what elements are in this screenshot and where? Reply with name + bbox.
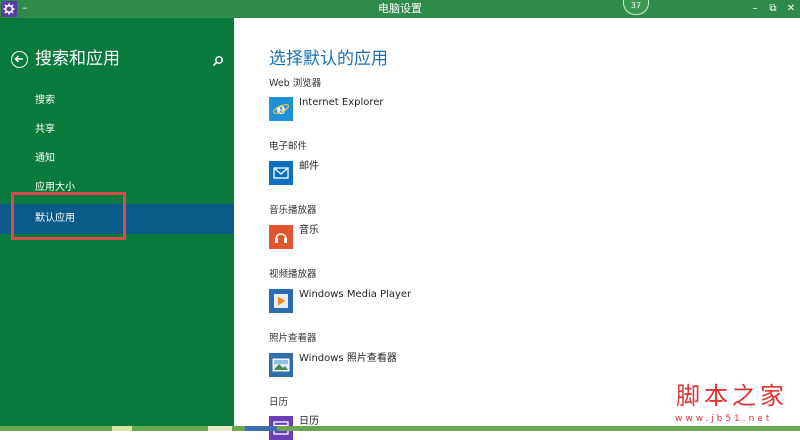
nav-item-label: 搜索 bbox=[35, 95, 55, 106]
app-name: 邮件 bbox=[299, 161, 319, 172]
section-label-email: 电子邮件 bbox=[269, 141, 308, 152]
default-app-web-browser[interactable]: e Internet Explorer bbox=[269, 97, 569, 121]
watermark-logo: 脚本之家 bbox=[676, 382, 788, 410]
section-label-photo-viewer: 照片查看器 bbox=[269, 333, 317, 344]
default-app-video-player[interactable]: Windows Media Player bbox=[269, 289, 569, 313]
annotation-highlight-box bbox=[11, 192, 126, 240]
app-name: Internet Explorer bbox=[299, 97, 384, 108]
nav-item-search[interactable]: 搜索 bbox=[0, 86, 234, 116]
nav-item-label: 通知 bbox=[35, 153, 55, 164]
section-label-video-player: 视频播放器 bbox=[269, 269, 317, 280]
default-app-photo-viewer[interactable]: Windows 照片查看器 bbox=[269, 353, 569, 377]
taskbar-item[interactable] bbox=[208, 426, 232, 431]
svg-text:e: e bbox=[276, 100, 286, 118]
photo-viewer-icon bbox=[269, 353, 293, 377]
music-icon bbox=[269, 225, 293, 249]
left-pane-title: 搜索和应用 bbox=[35, 49, 120, 69]
default-app-music-player[interactable]: 音乐 bbox=[269, 225, 569, 249]
taskbar-item[interactable] bbox=[245, 426, 277, 431]
minimize-button[interactable]: – bbox=[748, 2, 762, 15]
watermark-url: www.jb51.net bbox=[675, 414, 773, 424]
title-bar: – 电脑设置 37 – ⧉ ✕ bbox=[0, 0, 800, 18]
taskbar bbox=[0, 426, 800, 431]
app-name: Windows Media Player bbox=[299, 289, 412, 300]
back-arrow-icon[interactable] bbox=[11, 51, 28, 68]
restore-button[interactable]: ⧉ bbox=[766, 2, 780, 15]
nav-item-label: 共享 bbox=[35, 124, 55, 135]
internet-explorer-icon: e bbox=[269, 97, 293, 121]
taskbar-item[interactable] bbox=[112, 426, 132, 431]
right-pane: 选择默认的应用 Web 浏览器 e Internet Explorer 电子邮件… bbox=[234, 18, 800, 440]
app-name: Windows 照片查看器 bbox=[299, 353, 397, 364]
default-app-email[interactable]: 邮件 bbox=[269, 161, 569, 185]
section-label-music-player: 音乐播放器 bbox=[269, 205, 317, 216]
window-title: 电脑设置 bbox=[378, 2, 422, 15]
search-icon[interactable] bbox=[211, 53, 225, 67]
nav-item-notifications[interactable]: 通知 bbox=[0, 144, 234, 174]
app-name: 音乐 bbox=[299, 225, 319, 236]
mail-icon bbox=[269, 161, 293, 185]
page-title: 选择默认的应用 bbox=[269, 49, 388, 69]
section-label-web-browser: Web 浏览器 bbox=[269, 78, 322, 89]
media-player-icon bbox=[269, 289, 293, 313]
nav-item-share[interactable]: 共享 bbox=[0, 115, 234, 145]
section-label-calendar: 日历 bbox=[269, 397, 289, 408]
close-button[interactable]: ✕ bbox=[784, 2, 798, 15]
